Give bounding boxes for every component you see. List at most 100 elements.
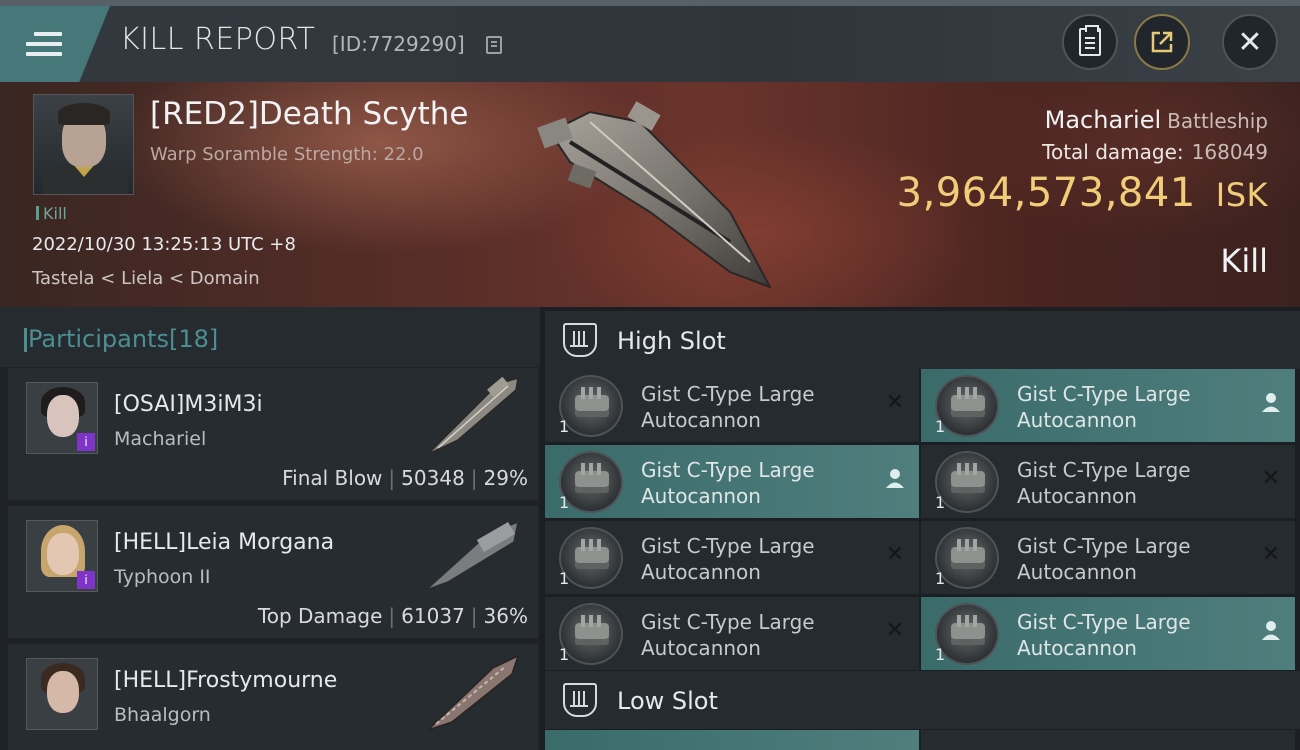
participants-label: Participants [28,325,169,353]
destroyed-icon: ✕ [1261,542,1281,567]
ship-class: Battleship [1167,109,1268,133]
hamburger-icon [26,32,62,58]
module-name: Gist C-Type Large Autocannon [641,382,815,432]
participant-damage: 61037 [401,604,465,628]
participant-role: Top Damage [257,604,383,628]
module-tile[interactable]: 1 Gist C-Type Large Autocannon ✕ [921,445,1295,518]
module-quantity: 1 [559,569,570,588]
module-name: Gist C-Type Large Autocannon [1017,610,1191,660]
person-icon [883,467,907,491]
total-damage-label: Total damage: [1042,140,1184,164]
participant-stats: Final Blow | 50348 | 29% [282,466,528,490]
module-tile[interactable]: 1 Gist C-Type Large Autocannon ✕ [545,597,919,670]
info-badge-icon: i [77,433,95,451]
module-name: Gist C-Type Large Autocannon [1017,458,1191,508]
module-tile[interactable]: 1 Gist C-Type Large Autocannon ✕ [545,369,919,442]
module-quantity: 1 [559,645,570,664]
participant-role: Final Blow [282,466,383,490]
participant-stats: Top Damage | 61037 | 36% [257,604,528,628]
avatar: i [26,382,98,454]
participant-percent: 36% [483,604,528,628]
module-name: Gist C-Type Large Autocannon [641,610,815,660]
victim-name[interactable]: [RED2]Death Scythe [150,96,468,132]
share-icon [1151,31,1173,53]
header-bar: KILL REPORT [ID:7729290] ✕ [0,0,1300,82]
low-slot-icon [563,683,597,717]
result-label: Kill [1220,242,1268,280]
high-slot-icon [563,323,597,357]
kill-datetime: 2022/10/30 13:25:13 UTC +8 [32,234,296,255]
copy-icon[interactable] [486,36,502,54]
participants-count: [18] [168,325,219,353]
module-tile[interactable] [545,730,919,750]
clipboard-icon [1079,25,1101,56]
module-tile[interactable]: 1 Gist C-Type Large Autocannon [921,597,1295,670]
participants-panel: Participants[18] i [OSAI]M3iM3i Macharie… [0,307,540,750]
destroyed-icon: ✕ [885,618,905,643]
participant-name: [HELL]Leia Morgana [114,530,335,555]
low-slot-header: Low Slot [545,671,1300,729]
victim-portrait[interactable] [33,94,134,195]
module-tile[interactable]: 1 Gist C-Type Large Autocannon [921,369,1295,442]
person-icon [1259,391,1283,415]
menu-button[interactable] [0,6,110,82]
module-name: Gist C-Type Large Autocannon [641,534,815,584]
participant-ship: Machariel [114,428,207,450]
clipboard-button[interactable] [1062,14,1118,70]
participant-card[interactable]: i [HELL]Leia Morgana Typhoon II Top Dama… [8,506,538,638]
module-tile[interactable]: 1 Gist C-Type Large Autocannon ✕ [921,521,1295,594]
scram-strength: Warp Soramble Strength: 22.0 [150,144,424,165]
module-quantity: 1 [935,645,946,664]
avatar [26,658,98,730]
isk-amount: 3,964,573,841 [896,170,1196,216]
high-slot-header: High Slot [545,311,1300,369]
module-quantity: 1 [559,417,570,436]
share-button[interactable] [1134,14,1190,70]
kill-tag: Kill [36,204,67,223]
module-name: Gist C-Type Large Autocannon [1017,534,1191,584]
victim-banner: [RED2]Death Scythe Warp Soramble Strengt… [0,82,1300,307]
destroyed-icon: ✕ [885,390,905,415]
total-damage: Total damage: 168049 [1042,140,1268,164]
kill-location[interactable]: Tastela < Liela < Domain [32,268,260,289]
close-icon: ✕ [1237,24,1263,60]
report-id: [ID:7729290] [332,32,465,56]
module-quantity: 1 [935,569,946,588]
low-slot-title: Low Slot [617,687,718,715]
participant-ship-image [427,376,519,455]
page-title: KILL REPORT [120,22,316,57]
participant-card[interactable]: [HELL]Frostymourne Bhaalgorn [8,644,538,750]
participant-card[interactable]: i [OSAI]M3iM3i Machariel Final Blow | 5034… [8,368,538,500]
module-name: Gist C-Type Large Autocannon [1017,382,1191,432]
participant-name: [HELL]Frostymourne [114,668,338,693]
module-tile[interactable]: 1 Gist C-Type Large Autocannon ✕ [545,521,919,594]
participants-title: Participants[18] [23,325,219,353]
person-icon [1259,619,1283,643]
participant-ship-image [427,654,520,731]
module-tile[interactable]: 1 Gist C-Type Large Autocannon [545,445,919,518]
module-tile[interactable] [921,730,1295,750]
total-damage-value: 168049 [1191,140,1268,164]
participant-damage: 50348 [401,466,465,490]
victim-ship[interactable]: Machariel Battleship [1045,106,1268,134]
participant-name: [OSAI]M3iM3i [114,392,263,417]
isk-value: 3,964,573,841 ISK [897,170,1268,216]
module-quantity: 1 [559,493,570,512]
close-button[interactable]: ✕ [1222,14,1278,70]
fitting-panel: High Slot 1 Gist C-Type Large Autocannon ✕… [540,307,1300,750]
victim-ship-image [537,101,773,289]
destroyed-icon: ✕ [885,542,905,567]
participant-ship: Bhaalgorn [114,704,211,726]
ship-name: Machariel [1044,106,1162,134]
participant-ship: Typhoon II [114,566,211,588]
high-slot-title: High Slot [617,327,726,355]
module-quantity: 1 [935,493,946,512]
participants-header: Participants[18] [0,307,540,367]
isk-unit: ISK [1215,176,1268,214]
avatar: i [26,520,98,592]
module-quantity: 1 [935,417,946,436]
module-name: Gist C-Type Large Autocannon [641,458,815,508]
info-badge-icon: i [77,571,95,589]
participant-percent: 29% [483,466,528,490]
participant-ship-image [425,520,520,591]
